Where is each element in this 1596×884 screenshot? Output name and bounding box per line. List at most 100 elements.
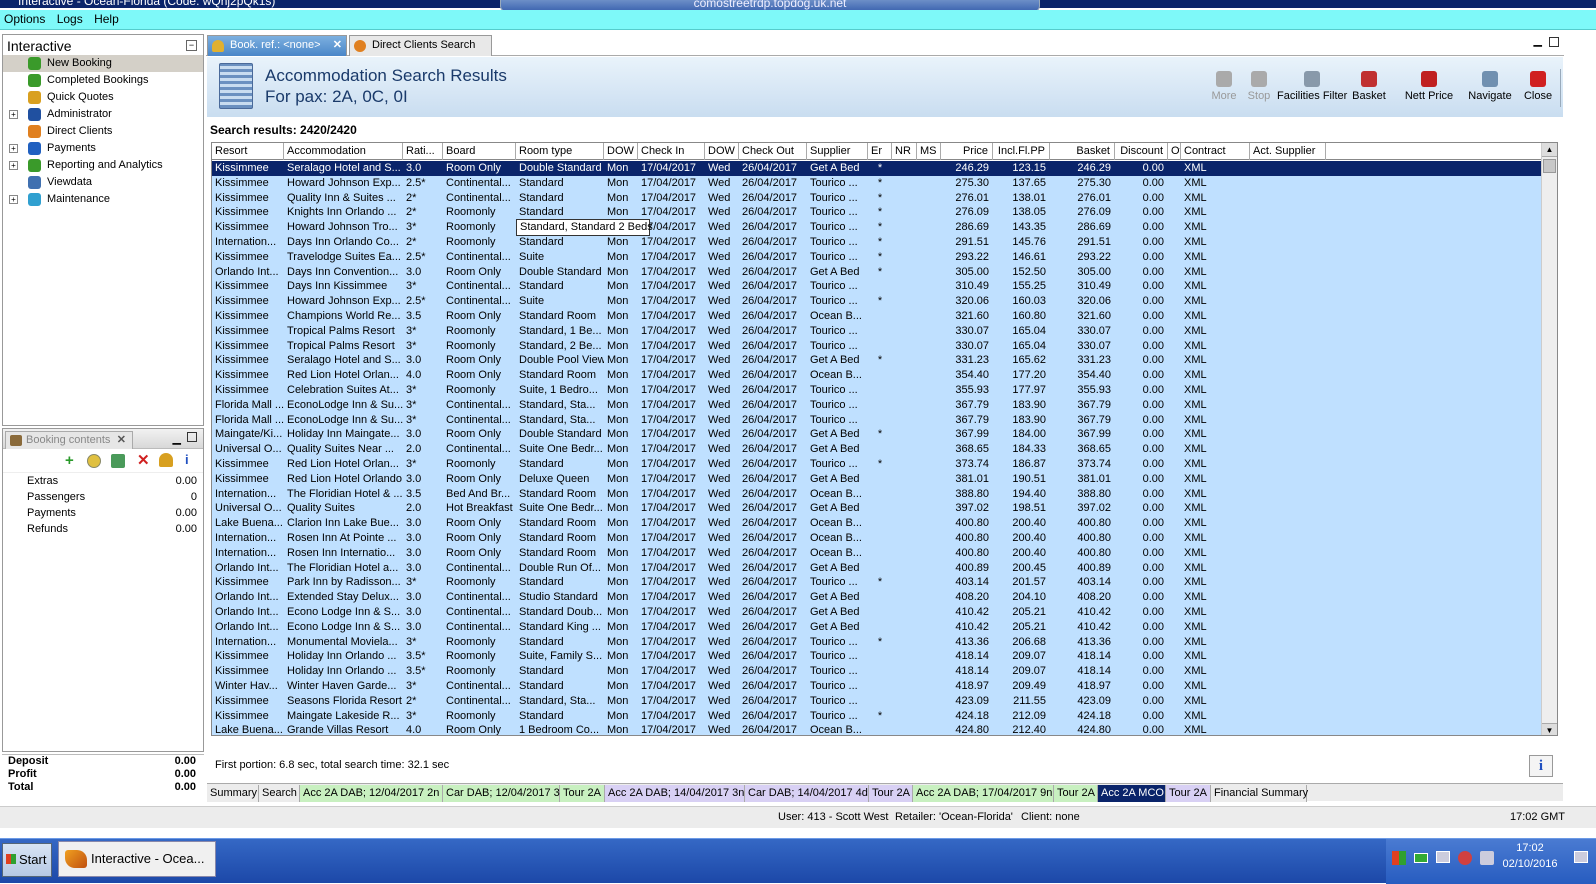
- table-row[interactable]: Orlando Int... The Floridian Hotel a... 3.…: [212, 560, 1542, 576]
- table-row[interactable]: Internation... Rosen Inn At Pointe ... 3.0…: [212, 531, 1542, 546]
- table-row[interactable]: Kissimmee Seasons Florida Resort 2* Contine…: [212, 693, 1542, 709]
- sidebar-item-new-booking[interactable]: New Booking: [3, 55, 203, 72]
- column-header-price[interactable]: Price: [941, 143, 993, 160]
- tab-direct-clients-search[interactable]: Direct Clients Search: [349, 35, 492, 56]
- column-header-discount[interactable]: Discount: [1115, 143, 1168, 160]
- itinerary-tab-summary[interactable]: Summary: [207, 785, 259, 802]
- navigate-button[interactable]: Navigate: [1464, 71, 1516, 102]
- show-desktop-icon[interactable]: [1574, 851, 1588, 863]
- info-icon[interactable]: i: [185, 452, 189, 467]
- table-row[interactable]: Kissimmee Red Lion Hotel Orlando 3.0 Room O…: [212, 471, 1542, 487]
- warning-icon[interactable]: [1458, 851, 1472, 865]
- table-row[interactable]: Internation... Rosen Inn Internatio... 3.0…: [212, 545, 1542, 561]
- column-header-rati[interactable]: Rati...: [403, 143, 443, 160]
- close-button[interactable]: Close: [1520, 71, 1556, 102]
- info-button[interactable]: i: [1529, 755, 1553, 777]
- itinerary-tab-tour-2a[interactable]: Tour 2A: [1166, 785, 1211, 802]
- column-header-check-out[interactable]: Check Out: [739, 143, 807, 160]
- table-row[interactable]: Universal O... Quality Suites Near ... 2.0…: [212, 442, 1542, 457]
- taskbar-app-interactive[interactable]: Interactive - Ocea...: [58, 841, 216, 877]
- more-button[interactable]: More: [1211, 71, 1237, 102]
- column-header-er[interactable]: Er: [868, 143, 892, 160]
- table-row[interactable]: Kissimmee Tropical Palms Resort 3* Roomonly…: [212, 338, 1542, 354]
- sidebar-item-payments[interactable]: + Payments: [3, 140, 203, 157]
- sidebar-item-viewdata[interactable]: Viewdata: [3, 174, 203, 191]
- table-row[interactable]: Kissimmee Red Lion Hotel Orlan... 3* Roomon…: [212, 457, 1542, 472]
- column-header-accommodation[interactable]: Accommodation: [284, 143, 403, 160]
- start-button[interactable]: Start: [2, 843, 52, 877]
- table-row[interactable]: Florida Mall ... EconoLodge Inn & Su... 3*…: [212, 397, 1542, 413]
- column-header-act-supplier[interactable]: Act. Supplier: [1250, 143, 1326, 160]
- table-row[interactable]: Florida Mall ... EconoLodge Inn & Su... 3*…: [212, 412, 1542, 428]
- sidebar-item-reporting-and-analytics[interactable]: + Reporting and Analytics: [3, 157, 203, 174]
- column-header-board[interactable]: Board: [443, 143, 516, 160]
- menu-help[interactable]: Help: [90, 10, 123, 28]
- table-row[interactable]: Kissimmee Knights Inn Orlando ... 2* Roomon…: [212, 205, 1542, 221]
- vertical-scrollbar[interactable]: ▲ ▼: [1541, 143, 1557, 735]
- table-row[interactable]: Kissimmee Travelodge Suites Ea... 2.5* Cont…: [212, 249, 1542, 265]
- sidebar-item-quick-quotes[interactable]: Quick Quotes: [3, 89, 203, 106]
- expand-icon[interactable]: +: [9, 195, 18, 204]
- itinerary-tab-acc-2a-dab-14-04-2017-3n[interactable]: Acc 2A DAB; 14/04/2017 3n: [605, 785, 745, 802]
- table-row[interactable]: Kissimmee Days Inn Kissimmee 3* Continental…: [212, 279, 1542, 295]
- tab-booking-reference[interactable]: Book. ref.: <none> ✕: [207, 35, 347, 56]
- itinerary-tab-tour-2a[interactable]: Tour 2A: [869, 785, 913, 802]
- table-row[interactable]: Kissimmee Park Inn by Radisson... 3* Roomon…: [212, 575, 1542, 591]
- scroll-up-icon[interactable]: ▲: [1542, 143, 1557, 157]
- column-header-of[interactable]: Of: [1168, 143, 1181, 160]
- column-header-incl-fl-pp[interactable]: Incl.Fl.PP: [993, 143, 1050, 160]
- sidebar-item-direct-clients[interactable]: Direct Clients: [3, 123, 203, 140]
- table-row[interactable]: Kissimmee Seralago Hotel and S... 3.0 Room …: [212, 353, 1542, 369]
- itinerary-tab-financial-summary[interactable]: Financial Summary: [1211, 785, 1308, 802]
- expand-icon[interactable]: +: [9, 161, 18, 170]
- table-row[interactable]: Kissimmee Howard Johnson Exp... 2.5* Contin…: [212, 175, 1542, 191]
- column-header-nr[interactable]: NR: [892, 143, 917, 160]
- table-row[interactable]: Kissimmee Howard Johnson Exp... 2.5* Contin…: [212, 294, 1542, 309]
- itinerary-tab-tour-2a[interactable]: Tour 2A: [560, 785, 605, 802]
- column-header-check-in[interactable]: Check In: [638, 143, 705, 160]
- table-row[interactable]: Orlando Int... Extended Stay Delux... 3.0 C…: [212, 590, 1542, 605]
- expand-icon[interactable]: +: [9, 110, 18, 119]
- clock-time[interactable]: 17:02: [1500, 842, 1560, 854]
- maximize-icon[interactable]: [187, 432, 197, 442]
- table-row[interactable]: Maingate/Ki... Holiday Inn Maingate... 3.0…: [212, 427, 1542, 443]
- table-row[interactable]: Winter Hav... Winter Haven Garde... 3* Cont…: [212, 679, 1542, 694]
- sidebar-item-administrator[interactable]: + Administrator: [3, 106, 203, 123]
- column-header-contract[interactable]: Contract: [1181, 143, 1250, 160]
- table-row[interactable]: Kissimmee Holiday Inn Orlando ... 3.5* Room…: [212, 664, 1542, 679]
- sidebar-item-maintenance[interactable]: + Maintenance: [3, 191, 203, 208]
- itinerary-tab-acc-2a-mco[interactable]: Acc 2A MCO: [1098, 785, 1166, 802]
- add-icon[interactable]: +: [65, 452, 74, 469]
- scroll-down-icon[interactable]: ▼: [1542, 723, 1557, 735]
- table-row[interactable]: Kissimmee Champions World Re... 3.5 Room On…: [212, 309, 1542, 324]
- table-row[interactable]: Kissimmee Celebration Suites At... 3* Roomo…: [212, 383, 1542, 398]
- maximize-icon[interactable]: [1549, 37, 1559, 47]
- basket-button[interactable]: Basket: [1350, 71, 1388, 102]
- clock-icon[interactable]: [87, 454, 101, 468]
- facilities-filter-button[interactable]: Facilities Filter: [1277, 71, 1347, 102]
- expand-icon[interactable]: +: [9, 144, 18, 153]
- table-row[interactable]: Kissimmee Quality Inn & Suites ... 2* Conti…: [212, 190, 1542, 206]
- itinerary-tab-car-dab-14-04-2017-4d[interactable]: Car DAB; 14/04/2017 4d: [745, 785, 869, 802]
- table-row[interactable]: Internation... Days Inn Orlando Co... 2* Ro…: [212, 235, 1542, 250]
- table-row[interactable]: Internation... Monumental Moviela... 3* Roo…: [212, 634, 1542, 650]
- table-row[interactable]: Kissimmee Howard Johnson Tro... 3* Roomonly…: [212, 220, 1542, 235]
- table-row[interactable]: Kissimmee Maingate Lakeside R... 3* Roomonl…: [212, 708, 1542, 724]
- volume-icon[interactable]: [1480, 851, 1494, 865]
- scroll-thumb[interactable]: [1543, 159, 1556, 173]
- minimize-icon[interactable]: ▁: [1534, 34, 1542, 47]
- table-row[interactable]: Kissimmee Holiday Inn Orlando ... 3.5* Room…: [212, 649, 1542, 665]
- column-header-dow[interactable]: DOW: [705, 143, 739, 160]
- table-row[interactable]: Universal O... Quality Suites 2.0 Hot Break…: [212, 501, 1542, 517]
- minimize-icon[interactable]: ▁: [173, 432, 181, 445]
- itinerary-tab-car-dab-12-04-2017-3d[interactable]: Car DAB; 12/04/2017 3d: [443, 785, 566, 802]
- collapse-icon[interactable]: −: [186, 40, 197, 51]
- column-header-basket[interactable]: Basket: [1050, 143, 1115, 160]
- menu-options[interactable]: Options: [0, 10, 49, 28]
- table-row[interactable]: Internation... The Floridian Hotel & ... 3…: [212, 486, 1542, 502]
- delete-icon[interactable]: ✕: [137, 451, 150, 469]
- table-row[interactable]: Kissimmee Tropical Palms Resort 3* Roomonly…: [212, 323, 1542, 339]
- palm-icon[interactable]: [159, 453, 173, 467]
- network-icon[interactable]: [1392, 851, 1406, 865]
- close-icon[interactable]: ✕: [117, 433, 126, 446]
